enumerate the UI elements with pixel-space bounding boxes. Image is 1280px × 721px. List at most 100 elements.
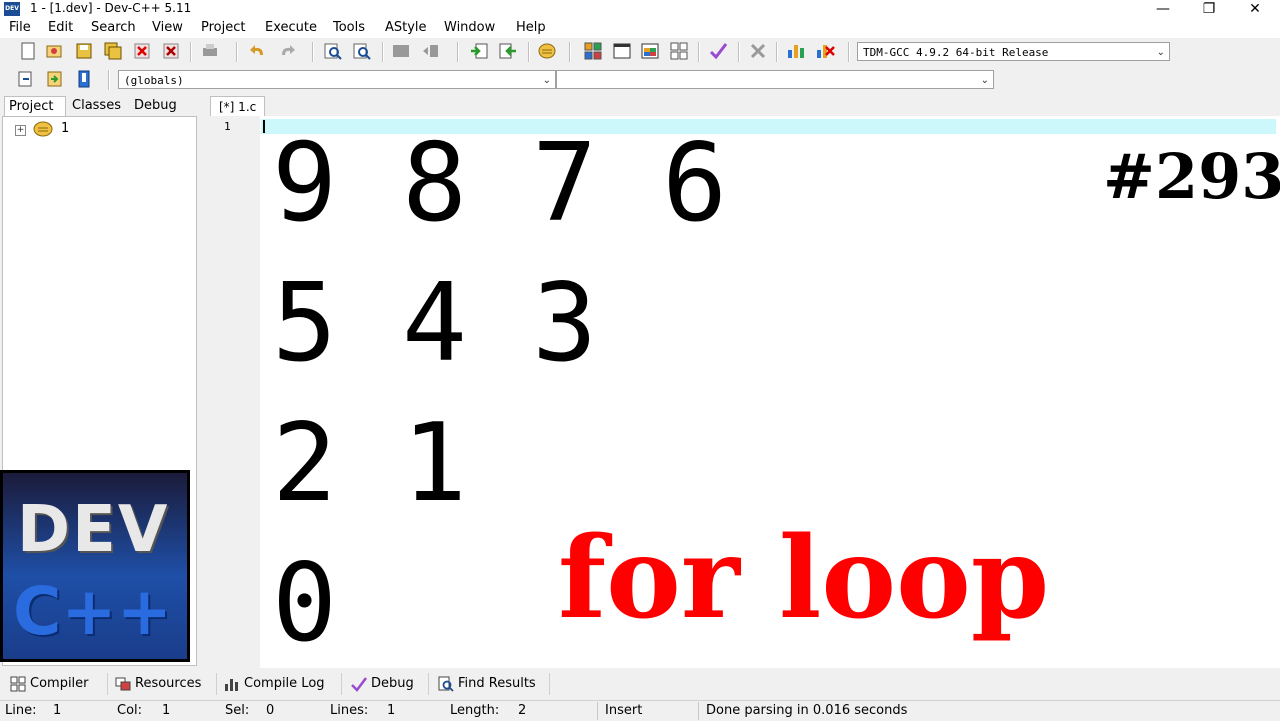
profile-icon[interactable] <box>786 41 806 61</box>
new-file-icon[interactable] <box>18 41 38 61</box>
logo-dev-text: DEV <box>17 493 170 567</box>
stop-execution-icon[interactable] <box>748 41 768 61</box>
toolbar-separator <box>382 42 384 62</box>
compile-run-icon[interactable] <box>640 41 660 61</box>
remove-from-project-icon[interactable] <box>498 41 518 61</box>
tab-classes[interactable]: Classes <box>68 96 128 116</box>
tree-item-project[interactable]: 1 <box>61 121 69 136</box>
title-bar: DEV 1 - [1.dev] - Dev-C++ 5.11 — ❐ ✕ <box>0 0 1280 18</box>
menu-astyle[interactable]: AStyle <box>385 20 427 35</box>
status-length-label: Length: <box>450 703 500 718</box>
chevron-down-icon: ⌄ <box>1156 47 1165 58</box>
insert-icon[interactable] <box>16 69 36 89</box>
main-toolbar: TDM-GCC 4.9.2 64-bit Release ⌄ <box>0 38 1280 66</box>
pattern-row-4: 0 <box>272 541 338 666</box>
status-separator <box>597 702 598 720</box>
chevron-down-icon: ⌄ <box>980 75 989 86</box>
minimize-button[interactable]: — <box>1140 0 1186 18</box>
tab-compile-log[interactable]: Compile Log <box>218 673 342 695</box>
toolbar-separator <box>312 42 314 62</box>
devcpp-logo: DEV C++ <box>0 470 190 662</box>
tab-find-results-label: Find Results <box>458 676 536 691</box>
menu-execute[interactable]: Execute <box>265 20 317 35</box>
editor-tab-1c[interactable]: [*] 1.c <box>210 96 266 116</box>
status-sel-value: 0 <box>266 703 275 718</box>
compiler-select[interactable]: TDM-GCC 4.9.2 64-bit Release ⌄ <box>857 42 1170 61</box>
tab-project[interactable]: Project <box>4 96 66 116</box>
replace-icon[interactable] <box>352 41 372 61</box>
tab-debug[interactable]: Debug <box>130 96 186 116</box>
save-icon[interactable] <box>74 41 94 61</box>
pattern-row-2: 5 4 3 <box>272 261 598 386</box>
tab-debug-output[interactable]: Debug <box>345 673 429 695</box>
line-gutter: 1 <box>208 116 260 668</box>
toggle-bookmark-icon[interactable] <box>45 69 65 89</box>
episode-number: #293 <box>1103 140 1280 213</box>
editor-tab-strip: [*] 1.c <box>206 94 1280 116</box>
rebuild-all-icon[interactable] <box>669 41 689 61</box>
menu-file[interactable]: File <box>9 20 31 35</box>
find-icon[interactable] <box>323 41 343 61</box>
find-results-icon <box>438 676 454 692</box>
print-icon[interactable] <box>200 41 220 61</box>
tab-compiler-label: Compiler <box>30 676 89 691</box>
status-col-value: 1 <box>162 703 171 718</box>
run-icon[interactable] <box>612 41 632 61</box>
status-length-value: 2 <box>518 703 527 718</box>
menu-edit[interactable]: Edit <box>48 20 73 35</box>
close-all-icon[interactable] <box>161 41 181 61</box>
menu-bar: File Edit Search View Project Execute To… <box>0 18 1280 38</box>
toolbar-separator <box>848 42 850 62</box>
menu-project[interactable]: Project <box>201 20 245 35</box>
toolbar-separator <box>108 70 110 90</box>
logo-cpp-text: C++ <box>13 573 173 650</box>
close-button[interactable]: ✕ <box>1232 0 1278 18</box>
scope-select[interactable]: (globals) ⌄ <box>118 70 556 89</box>
project-icon <box>33 121 53 137</box>
status-message: Done parsing in 0.016 seconds <box>706 703 908 718</box>
compile-icon[interactable] <box>583 41 603 61</box>
menu-view[interactable]: View <box>152 20 183 35</box>
close-file-icon[interactable] <box>132 41 152 61</box>
add-to-project-icon[interactable] <box>469 41 489 61</box>
member-select[interactable]: ⌄ <box>556 70 994 89</box>
status-line-value: 1 <box>53 703 62 718</box>
caption-for-loop: for loop <box>558 513 1050 644</box>
output-tabs: Compiler Resources Compile Log Debug Fin… <box>0 671 1280 696</box>
pattern-row-3: 2 1 <box>272 401 468 526</box>
status-sel-label: Sel: <box>225 703 250 718</box>
tab-compiler[interactable]: Compiler <box>4 673 108 695</box>
save-all-icon[interactable] <box>103 41 123 61</box>
menu-search[interactable]: Search <box>91 20 136 35</box>
syntax-check-icon[interactable] <box>708 41 728 61</box>
status-lines-label: Lines: <box>330 703 369 718</box>
chart-icon <box>225 679 238 691</box>
menu-tools[interactable]: Tools <box>333 20 365 35</box>
toolbar-separator <box>190 42 192 62</box>
text-caret <box>263 120 265 133</box>
redo-icon[interactable] <box>277 41 297 61</box>
status-line-label: Line: <box>5 703 37 718</box>
compiler-icon <box>10 676 26 692</box>
open-project-icon[interactable] <box>44 41 64 61</box>
undo-icon[interactable] <box>248 41 268 61</box>
line-number: 1 <box>224 120 231 133</box>
delete-profile-icon[interactable] <box>815 41 835 61</box>
menu-window[interactable]: Window <box>444 20 495 35</box>
menu-help[interactable]: Help <box>516 20 546 35</box>
tab-resources[interactable]: Resources <box>109 673 217 695</box>
status-lines-value: 1 <box>387 703 396 718</box>
goto-icon[interactable] <box>391 41 411 61</box>
tab-resources-label: Resources <box>135 676 202 691</box>
goto-bookmark-icon[interactable] <box>74 69 94 89</box>
project-options-icon[interactable] <box>537 41 557 61</box>
goto-line-icon[interactable] <box>420 41 440 61</box>
maximize-button[interactable]: ❐ <box>1186 0 1232 18</box>
status-insert-mode: Insert <box>605 703 643 718</box>
tab-find-results[interactable]: Find Results <box>432 673 550 695</box>
toolbar-separator <box>776 42 778 62</box>
toolbar-separator <box>738 42 740 62</box>
expand-icon[interactable]: + <box>15 125 26 136</box>
toolbar-separator <box>528 42 530 62</box>
tab-debug-output-label: Debug <box>371 676 414 691</box>
